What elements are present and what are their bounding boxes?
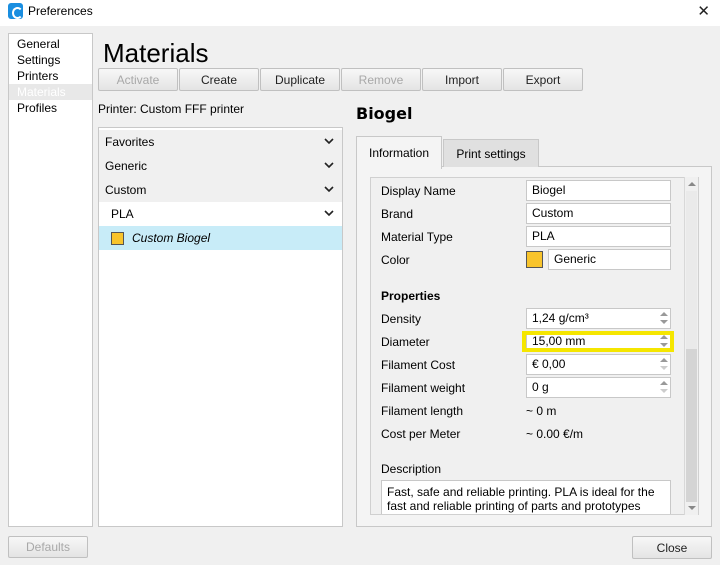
group-label: Custom (105, 183, 147, 197)
color-name-field[interactable]: Generic (548, 249, 671, 270)
duplicate-button[interactable]: Duplicate (260, 68, 340, 91)
chevron-down-icon[interactable] (324, 136, 334, 146)
defaults-button[interactable]: Defaults (8, 536, 88, 558)
filament-weight-spinbox[interactable]: 0 g (526, 377, 671, 398)
group-label: Generic (105, 159, 148, 173)
description-label: Description (381, 462, 442, 476)
group-label: Favorites (105, 135, 155, 149)
nav-item-settings[interactable]: Settings (9, 52, 92, 68)
title-bar: Preferences ✕ (0, 0, 720, 26)
color-label: Color (381, 253, 410, 267)
display-name-field[interactable]: Biogel (526, 180, 671, 201)
brand-label: Brand (381, 207, 414, 221)
material-group-generic[interactable]: Generic (99, 154, 342, 178)
close-icon[interactable]: ✕ (697, 2, 710, 20)
filament-cost-label: Filament Cost (381, 358, 456, 372)
chevron-down-icon[interactable] (324, 160, 334, 170)
close-button[interactable]: Close (632, 536, 712, 559)
remove-button[interactable]: Remove (341, 68, 421, 91)
properties-heading: Properties (381, 289, 441, 303)
activate-button[interactable]: Activate (98, 68, 178, 91)
material-list: Favorites Generic Custom PLA Custom Biog… (98, 127, 343, 527)
materials-toolbar: Activate Create Duplicate Remove Import … (98, 68, 583, 91)
preferences-nav: General Settings Printers Materials Prof… (8, 33, 93, 527)
window-title: Preferences (28, 4, 93, 18)
printer-label: Printer: Custom FFF printer (98, 102, 245, 116)
nav-item-materials[interactable]: Materials (9, 84, 92, 100)
form-scrollbar[interactable] (684, 177, 698, 515)
diameter-highlight (522, 331, 674, 352)
spin-arrows-icon[interactable] (660, 381, 668, 394)
export-button[interactable]: Export (503, 68, 583, 91)
nav-item-printers[interactable]: Printers (9, 68, 92, 84)
nav-item-general[interactable]: General (9, 36, 92, 52)
app-logo-icon (8, 3, 23, 19)
filament-length-label: Filament length (381, 404, 464, 418)
material-group-custom[interactable]: Custom (99, 178, 342, 202)
chevron-down-icon[interactable] (324, 208, 334, 218)
create-button[interactable]: Create (179, 68, 259, 91)
scroll-down-icon[interactable] (688, 506, 696, 510)
tab-information[interactable]: Information (356, 136, 442, 169)
scroll-up-icon[interactable] (688, 182, 696, 186)
filament-cost-value: € 0,00 (532, 357, 566, 371)
material-type-label: Material Type (381, 230, 453, 244)
spin-arrows-icon[interactable] (660, 358, 668, 371)
filament-length-value: ~ 0 m (526, 404, 557, 418)
density-spinbox[interactable]: 1,24 g/cm³ (526, 308, 671, 329)
spin-arrows-icon[interactable] (660, 312, 668, 325)
material-item-custom-biogel[interactable]: Custom Biogel (99, 226, 342, 250)
color-swatch-icon (111, 231, 124, 245)
material-type-field[interactable]: PLA (526, 226, 671, 247)
color-picker-swatch[interactable] (526, 251, 543, 268)
density-value: 1,24 g/cm³ (532, 311, 589, 325)
tab-print-settings[interactable]: Print settings (443, 139, 539, 167)
brand-field[interactable]: Custom (526, 203, 671, 224)
material-item-label: Custom Biogel (132, 231, 211, 245)
material-group-favorites[interactable]: Favorites (99, 130, 342, 154)
chevron-down-icon[interactable] (324, 184, 334, 194)
cost-per-meter-value: ~ 0.00 €/m (526, 427, 584, 441)
import-button[interactable]: Import (422, 68, 502, 91)
nav-item-profiles[interactable]: Profiles (9, 100, 92, 116)
material-subgroup-pla[interactable]: PLA (99, 202, 342, 226)
description-field[interactable]: Fast, safe and reliable printing. PLA is… (381, 480, 671, 514)
subgroup-label: PLA (111, 207, 134, 221)
filament-cost-spinbox[interactable]: € 0,00 (526, 354, 671, 375)
filament-weight-value: 0 g (532, 380, 549, 394)
filament-weight-label: Filament weight (381, 381, 466, 395)
density-label: Density (381, 312, 422, 326)
information-form: Display Name Biogel Brand Custom Materia… (370, 177, 699, 515)
display-name-label: Display Name (381, 184, 456, 198)
diameter-label: Diameter (381, 335, 430, 349)
cost-per-meter-label: Cost per Meter (381, 427, 461, 441)
scrollbar-thumb[interactable] (686, 349, 697, 502)
page-title: Materials (103, 38, 209, 68)
material-detail-title: Biogel (356, 104, 413, 123)
